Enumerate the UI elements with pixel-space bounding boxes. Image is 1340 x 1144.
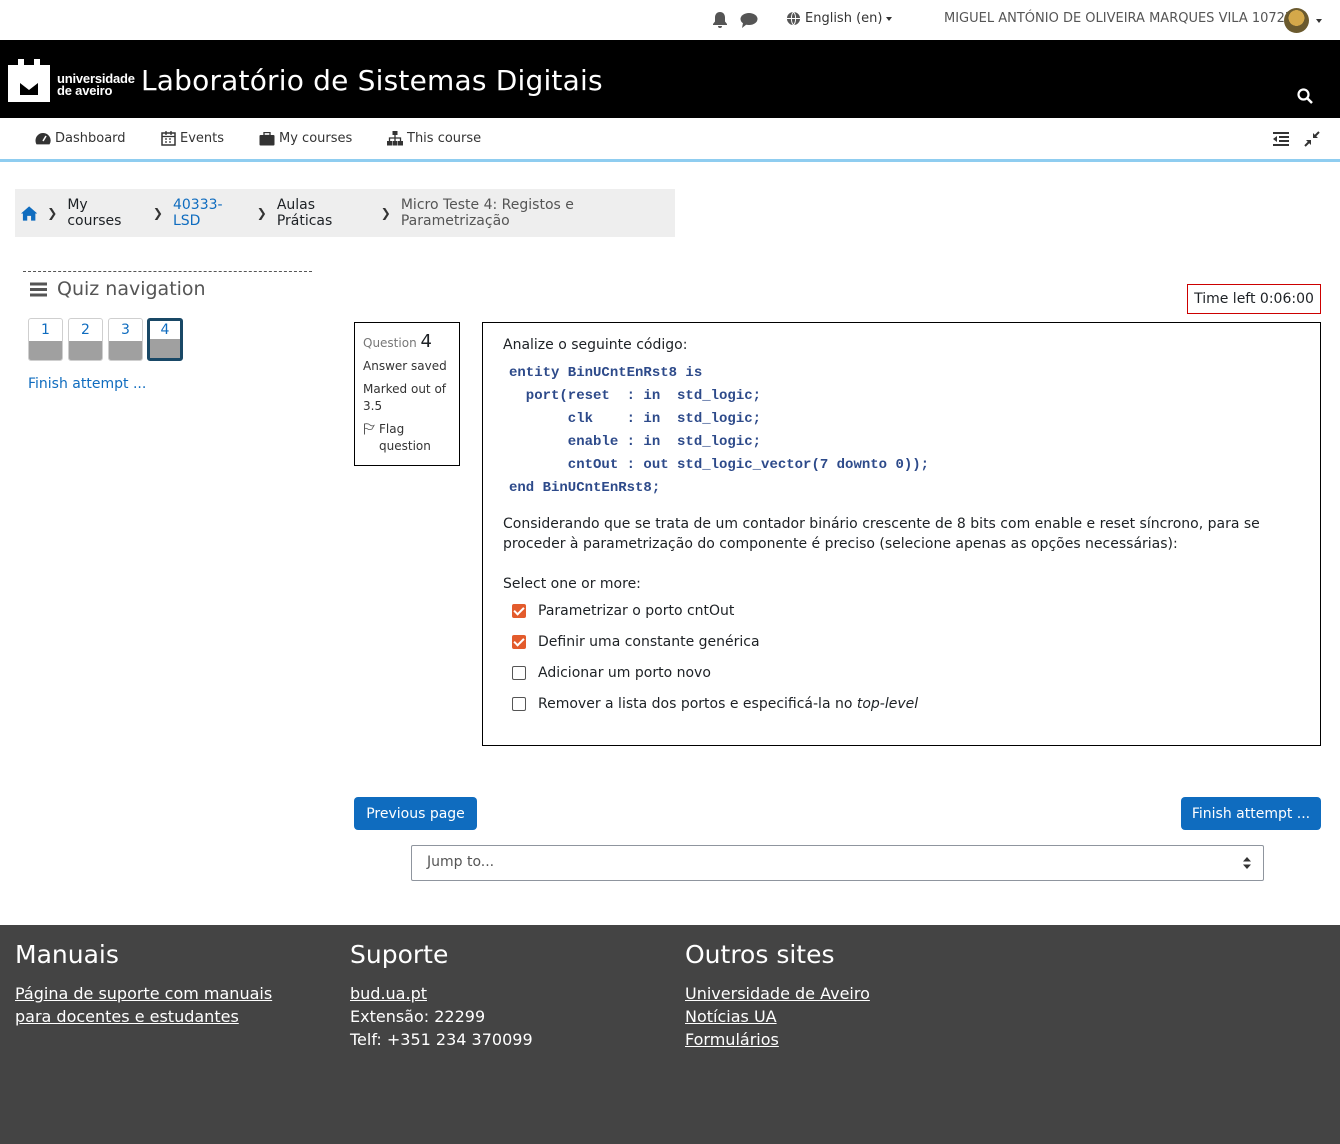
chevron-right-icon: ❯ (47, 206, 58, 220)
chevron-right-icon: ❯ (152, 206, 163, 220)
sitemap-icon (387, 131, 403, 146)
footer-heading: Manuais (15, 940, 119, 969)
answer-option[interactable]: Remover a lista dos portos e especificá-… (512, 688, 1300, 719)
footer-heading: Outros sites (685, 940, 835, 969)
nav-events[interactable]: Events (161, 131, 224, 146)
answer-prompt: Select one or more: (503, 576, 641, 592)
answer-option-label[interactable]: Adicionar um porto novo (538, 665, 711, 681)
hamburger-icon[interactable] (30, 282, 47, 297)
site-title[interactable]: Laboratório de Sistemas Digitais (141, 64, 603, 97)
quiz-nav-question-3[interactable]: 3 (108, 318, 143, 361)
user-name[interactable]: MIGUEL ANTÓNIO DE OLIVEIRA MARQUES VILA … (944, 11, 1302, 26)
footer-link-bud[interactable]: bud.ua.pt (350, 982, 533, 1005)
quiz-nav-question-1[interactable]: 1 (28, 318, 63, 361)
chevron-down-icon[interactable] (1316, 19, 1322, 23)
footer: Manuais Página de suporte com manuais pa… (0, 925, 1340, 1144)
site-header: universidade de aveiro Laboratório de Si… (0, 40, 1340, 118)
chat-icon[interactable] (739, 10, 759, 30)
nav-this-course[interactable]: This course (387, 131, 481, 146)
university-logo-icon[interactable] (8, 59, 50, 102)
select-arrows-icon (1243, 857, 1251, 869)
chevron-right-icon: ❯ (380, 206, 391, 220)
checkbox[interactable] (512, 634, 526, 649)
top-bar: English (en) MIGUEL ANTÓNIO DE OLIVEIRA … (0, 0, 1340, 40)
finish-attempt-button[interactable]: Finish attempt ... (1181, 797, 1321, 830)
answer-option-label[interactable]: Definir uma constante genérica (538, 634, 760, 650)
footer-link-manuais[interactable]: Página de suporte com manuais para docen… (15, 982, 272, 1028)
footer-suporte: Suporte bud.ua.pt Extensão: 22299 Telf: … (350, 940, 533, 1051)
flag-icon (364, 423, 375, 435)
question-content: Analize o seguinte código: entity BinUCn… (482, 322, 1321, 746)
answer-option[interactable]: Parametrizar o porto cntOut (512, 595, 1300, 626)
indent-icon[interactable] (1272, 131, 1290, 147)
home-icon[interactable] (21, 205, 38, 221)
breadcrumb-my-courses[interactable]: My courses (67, 197, 143, 229)
answer-option[interactable]: Definir uma constante genérica (512, 626, 1300, 657)
time-left: Time left 0:06:00 (1187, 284, 1321, 314)
compress-icon[interactable] (1303, 131, 1321, 147)
question-grade: Marked out of 3.5 (363, 382, 447, 413)
avatar[interactable] (1284, 8, 1309, 33)
checkbox[interactable] (512, 696, 526, 711)
footer-link-noticias[interactable]: Notícias UA (685, 1005, 870, 1028)
footer-outros-sites: Outros sites Universidade de Aveiro Notí… (685, 940, 870, 1051)
previous-page-button[interactable]: Previous page (354, 797, 477, 830)
question-description: Considerando que se trata de um contador… (503, 516, 1260, 552)
answer-option-label[interactable]: Parametrizar o porto cntOut (538, 603, 734, 619)
code-block: entity BinUCntEnRst8 is port(reset : in … (509, 365, 930, 496)
footer-link-ua[interactable]: Universidade de Aveiro (685, 982, 870, 1005)
dashboard-icon (35, 132, 51, 144)
footer-phone: Telf: +351 234 370099 (350, 1030, 533, 1049)
briefcase-icon (259, 131, 275, 145)
footer-heading: Suporte (350, 940, 449, 969)
main-nav: Dashboard Events My courses This course (0, 118, 1340, 162)
breadcrumb-course[interactable]: 40333-LSD (173, 197, 247, 229)
language-menu[interactable]: English (en) (786, 11, 893, 26)
quiz-navigation-divider (23, 271, 312, 272)
nav-my-courses[interactable]: My courses (259, 131, 352, 146)
checkbox[interactable] (512, 603, 526, 618)
footer-manuais: Manuais Página de suporte com manuais pa… (15, 940, 272, 1028)
calendar-icon (161, 131, 176, 146)
breadcrumb-section[interactable]: Aulas Práticas (277, 197, 371, 229)
finish-attempt-link[interactable]: Finish attempt ... (28, 376, 146, 392)
answer-option[interactable]: Adicionar um porto novo (512, 657, 1300, 688)
breadcrumb-current: Micro Teste 4: Registos e Parametrização (400, 197, 574, 229)
logo-text: universidade de aveiro (57, 71, 135, 98)
nav-dashboard[interactable]: Dashboard (35, 131, 126, 146)
chevron-right-icon: ❯ (256, 206, 267, 220)
quiz-nav-question-2[interactable]: 2 (68, 318, 103, 361)
question-state: Answer saved (363, 359, 447, 373)
breadcrumb: ❯ My courses ❯ 40333-LSD ❯ Aulas Prática… (15, 189, 675, 237)
quiz-navigation-title: Quiz navigation (30, 278, 206, 300)
question-intro: Analize o seguinte código: (503, 337, 688, 353)
checkbox[interactable] (512, 665, 526, 680)
footer-extension: Extensão: 22299 (350, 1007, 486, 1026)
bell-icon[interactable] (710, 10, 730, 30)
answer-option-label[interactable]: Remover a lista dos portos e especificá-… (538, 696, 918, 712)
question-info: Question 4 Answer saved Marked out of 3.… (354, 322, 460, 466)
globe-icon (786, 11, 801, 26)
language-label: English (en) (805, 11, 883, 26)
footer-link-formularios[interactable]: Formulários (685, 1028, 870, 1051)
chevron-down-icon (886, 16, 893, 21)
search-icon[interactable] (1297, 88, 1313, 104)
quiz-nav-question-4[interactable]: 4 (147, 318, 183, 361)
flag-question[interactable]: Flag question (363, 421, 451, 455)
question-number: Question 4 (363, 331, 432, 352)
jump-to-select[interactable]: Jump to... (411, 845, 1264, 881)
